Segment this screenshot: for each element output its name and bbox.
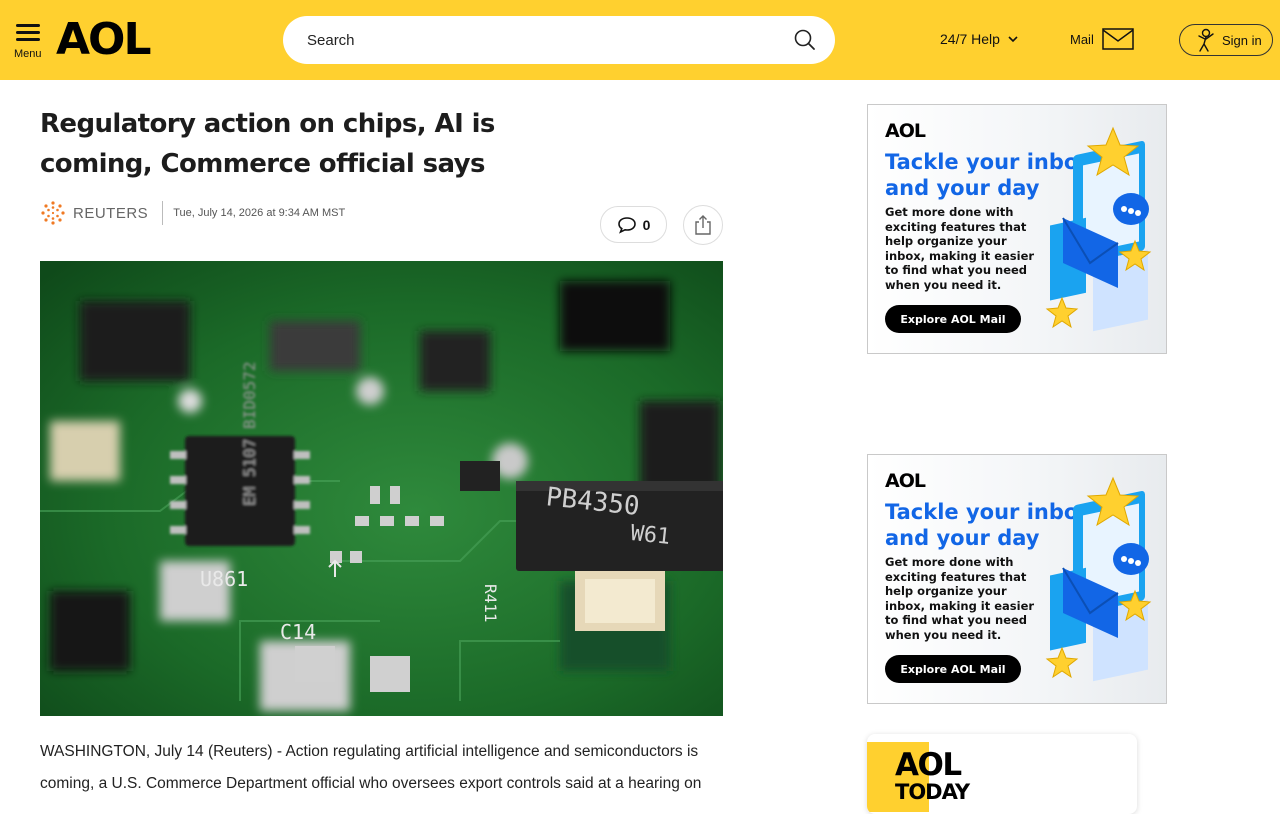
ad-body: Get more done with exciting features tha… xyxy=(885,555,1035,642)
search-icon xyxy=(794,29,815,50)
signin-button[interactable]: Sign in xyxy=(1179,24,1273,56)
signin-label: Sign in xyxy=(1222,32,1262,48)
ad-illustration xyxy=(1045,126,1152,332)
chevron-down-icon xyxy=(1008,36,1018,43)
share-icon xyxy=(695,215,711,235)
svg-text:C14: C14 xyxy=(280,620,316,644)
today-subtitle: TODAY xyxy=(895,780,970,804)
share-button[interactable] xyxy=(683,205,723,245)
today-logo: AOL xyxy=(895,747,962,783)
menu-label: Menu xyxy=(14,48,42,60)
ad-illustration xyxy=(1045,476,1152,682)
ad-body: Get more done with exciting features tha… xyxy=(885,205,1035,292)
svg-text:W61: W61 xyxy=(629,521,671,550)
article-source[interactable]: REUTERS xyxy=(73,205,148,222)
mail-label: Mail xyxy=(1070,31,1094,47)
article-date: Tue, July 14, 2026 at 9:34 AM MST xyxy=(173,207,346,219)
comments-button[interactable]: 0 xyxy=(600,206,667,243)
help-menu[interactable]: 24/7 Help xyxy=(940,31,1020,47)
comment-icon xyxy=(617,216,636,234)
svg-text:U861: U861 xyxy=(200,567,248,591)
chip-label-left: EM 5107 BID0572 xyxy=(240,362,259,507)
comment-count: 0 xyxy=(642,216,651,233)
ad-aol-mail-2[interactable]: AOL Tackle your inbox and your day Get m… xyxy=(867,454,1167,704)
help-label: 24/7 Help xyxy=(940,31,1000,47)
ad-logo: AOL xyxy=(885,470,926,492)
mail-link[interactable]: Mail xyxy=(1070,27,1134,51)
aol-today-card[interactable]: AOL TODAY xyxy=(867,734,1137,814)
search-button[interactable] xyxy=(793,28,817,52)
menu-button[interactable]: Menu xyxy=(14,24,44,64)
article-hero-image: EM 5107 BID0572 PB4350 W61 U861 C14 R411 xyxy=(40,261,723,716)
ad-logo: AOL xyxy=(885,120,926,142)
svg-text:R411: R411 xyxy=(481,584,500,623)
ad-aol-mail-1[interactable]: AOL Tackle your inbox and your day Get m… xyxy=(867,104,1167,354)
byline: REUTERS Tue, July 14, 2026 at 9:34 AM MS… xyxy=(40,200,345,226)
mail-icon xyxy=(1102,28,1134,50)
ad-cta-button[interactable]: Explore AOL Mail xyxy=(885,655,1021,683)
search-input[interactable] xyxy=(307,28,777,52)
search-bar xyxy=(283,16,835,64)
ad-cta-button[interactable]: Explore AOL Mail xyxy=(885,305,1021,333)
menu-icon xyxy=(16,24,40,42)
reuters-logo-icon xyxy=(41,201,65,225)
byline-divider xyxy=(162,201,164,225)
article-headline: Regulatory action on chips, AI is coming… xyxy=(40,109,495,179)
signin-person-icon xyxy=(1198,28,1214,52)
aol-logo[interactable]: AOL xyxy=(56,15,151,65)
top-header: Menu AOL 24/7 Help Mail Sign in xyxy=(0,0,1280,80)
article-body-lead: WASHINGTON, July 14 (Reuters) - Action r… xyxy=(40,743,702,792)
